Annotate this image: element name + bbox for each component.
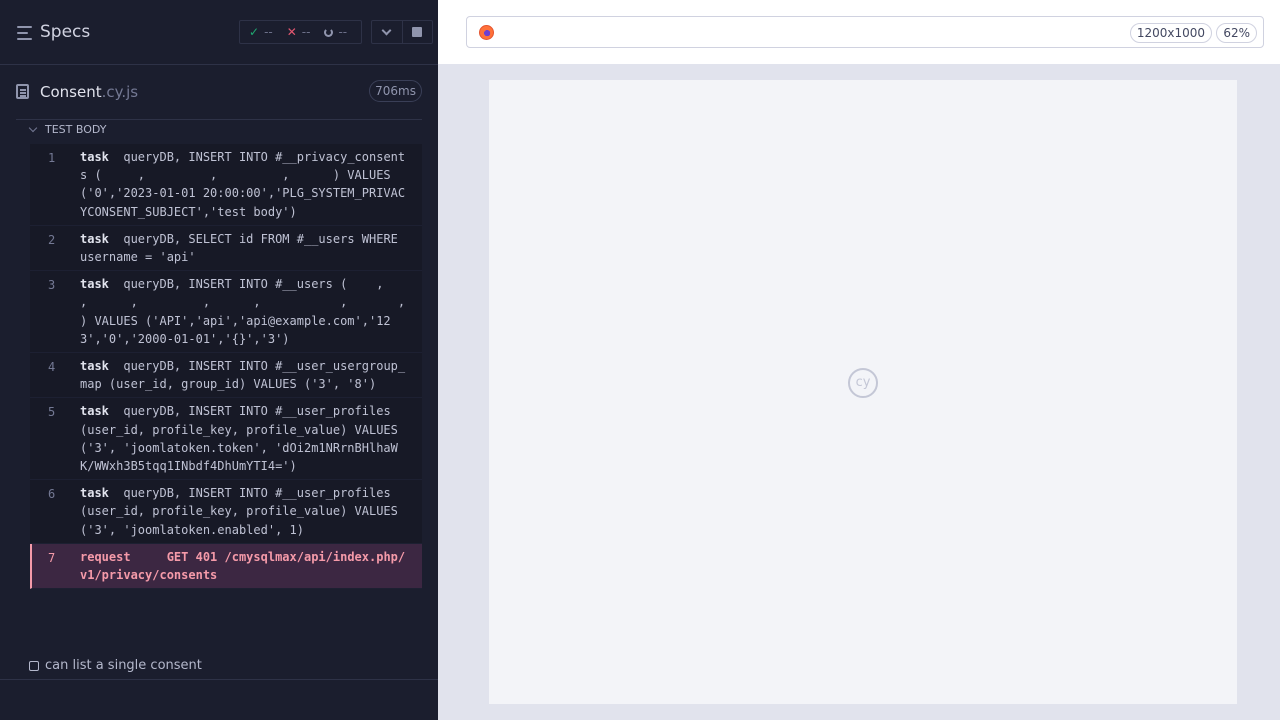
command-row[interactable]: 5 task queryDB, INSERT INTO #__user_prof…	[30, 398, 422, 481]
app-under-test-frame: cy	[489, 80, 1237, 704]
command-number: 4	[48, 360, 56, 375]
cypress-logo: cy	[848, 368, 878, 398]
command-row[interactable]: 6 task queryDB, INSERT INTO #__user_prof…	[30, 480, 422, 544]
stop-button[interactable]	[401, 21, 432, 43]
command-name: task	[80, 359, 109, 374]
passed-stat: ✓ --	[249, 25, 273, 39]
failed-count: --	[301, 25, 311, 39]
command-row[interactable]: 4 task queryDB, INSERT INTO #__user_user…	[30, 353, 422, 399]
test-stats: ✓ -- ✕ -- --	[239, 20, 362, 44]
spec-file-name[interactable]: Consent.cy.js	[40, 83, 138, 101]
test-title: can list a single consent	[45, 658, 202, 673]
spec-file-header: Consent.cy.js 706ms	[16, 79, 422, 107]
command-message: queryDB, INSERT INTO #__user_profiles (u…	[80, 404, 406, 474]
command-number: 5	[48, 405, 56, 420]
test-item[interactable]: can list a single consent	[29, 658, 202, 673]
spinner-icon	[324, 27, 334, 37]
pending-stat: --	[324, 25, 347, 39]
app-preview-panel: 1200x1000 62% cy	[438, 0, 1280, 720]
url-bar[interactable]: 1200x1000 62%	[466, 16, 1264, 48]
command-name: task	[80, 277, 109, 292]
failed-stat: ✕ --	[287, 25, 311, 39]
pending-count: --	[338, 25, 348, 39]
menu-icon[interactable]	[17, 26, 32, 40]
command-message: queryDB, INSERT INTO #__users ( , , , , …	[80, 277, 449, 346]
collapse-all-button[interactable]	[372, 21, 402, 43]
command-number: 6	[48, 487, 56, 502]
check-icon: ✓	[249, 25, 260, 39]
firefox-icon[interactable]	[479, 25, 494, 40]
chevron-down-icon	[28, 123, 38, 133]
test-body-label: TEST BODY	[45, 123, 107, 136]
duration-badge: 706ms	[369, 80, 422, 102]
command-row[interactable]: 1 task queryDB, INSERT INTO #__privacy_c…	[30, 144, 422, 226]
chevron-down-icon	[382, 25, 392, 36]
command-name: task	[80, 486, 109, 501]
spec-extension: .cy.js	[101, 83, 139, 101]
command-row[interactable]: 3 task queryDB, INSERT INTO #__users ( ,…	[30, 271, 422, 354]
command-name: request	[80, 549, 131, 564]
test-state-icon	[29, 660, 39, 671]
command-message: queryDB, SELECT id FROM #__users WHERE u…	[80, 231, 406, 265]
spec-name: Consent	[40, 83, 102, 101]
zoom-badge[interactable]: 62%	[1216, 23, 1257, 43]
reporter-panel: Specs ✓ -- ✕ -- -- Consent.cy.js 706ms T…	[0, 0, 438, 720]
divider	[0, 679, 438, 680]
document-icon	[16, 84, 29, 99]
command-name: task	[80, 404, 109, 419]
browser-header: 1200x1000 62%	[438, 0, 1280, 64]
command-name: task	[80, 231, 109, 246]
command-log: 1 task queryDB, INSERT INTO #__privacy_c…	[30, 144, 422, 590]
command-message: queryDB, INSERT INTO #__privacy_consents…	[80, 150, 406, 219]
specs-title[interactable]: Specs	[40, 22, 90, 42]
command-number: 3	[48, 278, 56, 293]
divider	[16, 119, 422, 120]
stop-icon	[412, 27, 423, 37]
passed-count: --	[264, 25, 273, 39]
failed-command-row[interactable]: 7 request GET 401 /cmysqlmax/api/index.p…	[30, 543, 422, 590]
command-number: 7	[48, 550, 56, 565]
command-message: queryDB, INSERT INTO #__user_usergroup_m…	[80, 359, 406, 392]
x-icon: ✕	[286, 25, 297, 39]
command-number: 2	[48, 232, 56, 247]
run-controls	[371, 20, 433, 44]
viewport-size-badge[interactable]: 1200x1000	[1129, 23, 1212, 43]
command-message: queryDB, INSERT INTO #__user_profiles (u…	[80, 486, 406, 537]
test-body-toggle[interactable]: TEST BODY	[28, 123, 107, 136]
command-row[interactable]: 2 task queryDB, SELECT id FROM #__users …	[30, 225, 422, 272]
reporter-header: Specs ✓ -- ✕ -- --	[0, 0, 438, 65]
command-name: task	[80, 150, 109, 164]
command-number: 1	[48, 151, 56, 165]
